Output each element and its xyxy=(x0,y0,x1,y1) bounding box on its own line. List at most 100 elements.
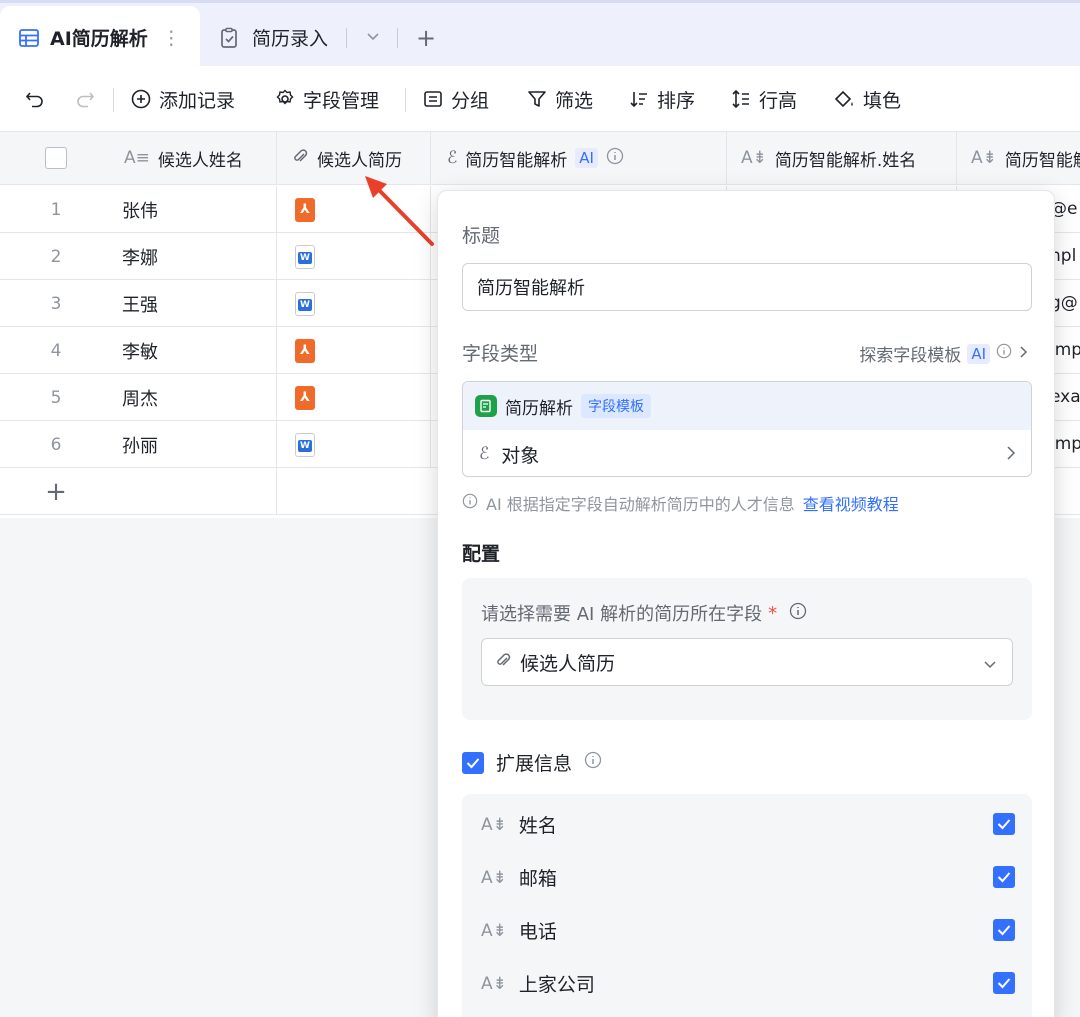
column-header-label: 简历智能解析 xyxy=(465,150,568,171)
ai-text-field-icon: A⇟ xyxy=(971,148,997,168)
name-cell[interactable]: 李娜 xyxy=(112,233,277,280)
title-input-value: 简历智能解析 xyxy=(477,278,585,299)
column-header-label: 简历智能解 xyxy=(1004,150,1080,171)
toolbar: 添加记录 字段管理 分组 筛选 排序 行高 填色 xyxy=(0,66,1080,132)
sort-icon xyxy=(630,92,647,108)
name-cell[interactable]: 李敏 xyxy=(112,327,277,374)
column-header-parsed-more[interactable]: A⇟ 简历智能解 xyxy=(957,132,1080,185)
extend-item-checkbox[interactable] xyxy=(993,866,1015,888)
template-tag: 字段模板 xyxy=(581,394,651,418)
config-heading: 配置 xyxy=(462,543,501,565)
column-header-name[interactable]: A≡ 候选人姓名 xyxy=(112,132,277,185)
word-file-icon[interactable] xyxy=(295,432,315,457)
plus-circle-icon xyxy=(131,89,151,109)
explore-templates-label: 探索字段模板 xyxy=(859,346,962,366)
redo-icon[interactable] xyxy=(74,66,96,132)
ai-hint: AI 根据指定字段自动解析简历中的人才信息 查看视频教程 xyxy=(462,491,899,515)
extend-info-checkbox[interactable] xyxy=(462,751,484,774)
name-cell[interactable]: 孙丽 xyxy=(112,421,277,468)
add-tab-button[interactable]: + xyxy=(416,24,436,52)
info-icon[interactable] xyxy=(584,751,602,774)
ai-text-field-icon: A⇟ xyxy=(481,920,507,941)
resume-field-select[interactable]: 候选人简历 xyxy=(481,638,1013,686)
extend-info-item: A⇟ 姓名 xyxy=(462,798,1032,851)
extend-info-item: A⇟ 电话 xyxy=(462,904,1032,957)
column-header-ai-parse[interactable]: ℰ 简历智能解析 AI xyxy=(431,132,727,185)
column-header-label: 简历智能解析.姓名 xyxy=(774,150,917,171)
gear-icon xyxy=(276,89,294,105)
filter-button[interactable]: 筛选 xyxy=(526,66,593,132)
info-icon[interactable] xyxy=(606,147,624,170)
attachment-icon xyxy=(291,147,309,170)
resume-cell[interactable]: ⅄ xyxy=(277,186,431,233)
field-type-list: 简历解析 字段模板 ℰ 对象 xyxy=(462,381,1032,477)
name-cell[interactable]: 张伟 xyxy=(112,186,277,233)
select-value: 候选人简历 xyxy=(520,652,616,675)
resume-cell[interactable] xyxy=(277,233,431,280)
extend-item-label: 邮箱 xyxy=(518,868,557,890)
sort-button[interactable]: 排序 xyxy=(628,66,695,132)
column-header-parsed-name[interactable]: A⇟ 简历智能解析.姓名 xyxy=(727,132,957,185)
tab-label: AI简历解析 xyxy=(50,28,148,50)
extend-info-row: 扩展信息 xyxy=(462,749,602,776)
tab-divider xyxy=(397,27,399,48)
select-all-checkbox[interactable] xyxy=(45,147,67,169)
select-prompt-label: 请选择需要 AI 解析的简历所在字段 xyxy=(481,604,763,625)
object-field-icon: ℰ xyxy=(479,444,490,464)
hint-text: AI 根据指定字段自动解析简历中的人才信息 xyxy=(486,495,795,514)
more-vertical-icon[interactable]: ⋮ xyxy=(162,27,181,49)
add-row-cell xyxy=(112,468,277,515)
tab-resume-entry[interactable]: 简历录入 + xyxy=(218,6,436,69)
field-config-panel: 标题 简历智能解析 字段类型 探索字段模板 AI 简历解析 字段模板 ℰ 对象 xyxy=(437,190,1055,1017)
ai-text-field-icon: A⇟ xyxy=(481,814,507,835)
add-record-label: 添加记录 xyxy=(159,89,236,112)
extend-item-checkbox[interactable] xyxy=(993,813,1015,835)
fill-color-button[interactable]: 填色 xyxy=(832,66,901,132)
chevron-right-icon xyxy=(1005,444,1017,467)
row-height-button[interactable]: 行高 xyxy=(730,66,797,132)
toolbar-divider xyxy=(113,88,114,112)
extend-item-checkbox[interactable] xyxy=(993,919,1015,941)
resume-cell[interactable] xyxy=(277,421,431,468)
info-icon[interactable] xyxy=(789,602,807,625)
title-input[interactable]: 简历智能解析 xyxy=(462,263,1032,311)
explore-templates-link[interactable]: 探索字段模板 AI xyxy=(859,341,1030,366)
resume-cell[interactable] xyxy=(277,280,431,327)
chevron-down-icon xyxy=(982,655,998,677)
pdf-file-icon[interactable]: ⅄ xyxy=(295,385,315,410)
title-label: 标题 xyxy=(462,225,501,247)
name-cell[interactable]: 周杰 xyxy=(112,374,277,421)
field-type-option-resume-parse[interactable]: 简历解析 字段模板 xyxy=(463,382,1031,430)
field-manage-button[interactable]: 字段管理 xyxy=(274,66,379,132)
tab-divider xyxy=(346,27,348,48)
pdf-file-icon[interactable]: ⅄ xyxy=(295,197,315,222)
field-type-option-object[interactable]: ℰ 对象 xyxy=(463,430,1031,476)
tab-ai-resume-parse[interactable]: AI简历解析 ⋮ xyxy=(0,6,200,69)
video-tutorial-link[interactable]: 查看视频教程 xyxy=(803,491,899,515)
field-type-label: 字段类型 xyxy=(462,343,539,365)
group-icon xyxy=(424,91,442,107)
word-file-icon[interactable] xyxy=(295,244,315,269)
undo-icon[interactable] xyxy=(24,66,46,132)
tab-bar: AI简历解析 ⋮ 简历录入 + xyxy=(0,0,1080,69)
attachment-icon xyxy=(494,651,512,674)
toolbar-divider xyxy=(405,88,406,112)
text-field-icon: A≡ xyxy=(124,148,150,168)
column-header-resume[interactable]: 候选人简历 xyxy=(277,132,431,185)
row-number: 1 xyxy=(50,199,62,220)
extend-info-label: 扩展信息 xyxy=(496,753,573,775)
pdf-file-icon[interactable]: ⅄ xyxy=(295,338,315,363)
row-number: 2 xyxy=(50,246,62,267)
word-file-icon[interactable] xyxy=(295,291,315,316)
resume-cell[interactable]: ⅄ xyxy=(277,374,431,421)
add-record-button[interactable]: 添加记录 xyxy=(130,66,235,132)
resume-cell[interactable]: ⅄ xyxy=(277,327,431,374)
add-row-button[interactable]: + xyxy=(0,468,112,515)
filter-label: 筛选 xyxy=(555,89,594,112)
name-cell[interactable]: 王强 xyxy=(112,280,277,327)
ai-text-field-icon: A⇟ xyxy=(481,867,507,888)
chevron-down-icon[interactable] xyxy=(365,27,381,49)
extend-item-checkbox[interactable] xyxy=(993,972,1015,994)
group-button[interactable]: 分组 xyxy=(422,66,489,132)
column-header-label: 候选人简历 xyxy=(317,150,402,171)
